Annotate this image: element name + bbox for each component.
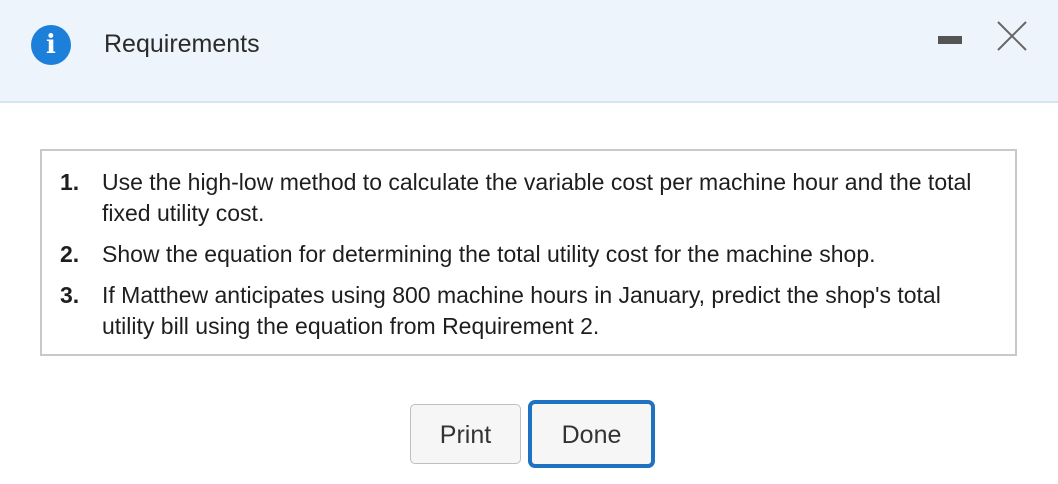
dialog-title: Requirements xyxy=(104,30,260,58)
minimize-button[interactable] xyxy=(928,24,972,56)
close-button[interactable] xyxy=(992,16,1032,56)
dialog-titlebar: i Requirements xyxy=(0,0,1058,103)
requirement-number: 2. xyxy=(60,241,80,267)
requirements-box: 1. Use the high-low method to calculate … xyxy=(40,149,1017,356)
requirement-number: 3. xyxy=(60,282,80,308)
minimize-icon xyxy=(938,36,962,44)
requirement-item: 2. Show the equation for determining the… xyxy=(60,239,995,270)
requirement-text: Show the equation for determining the to… xyxy=(102,241,876,267)
done-button[interactable]: Done xyxy=(528,400,655,468)
requirement-number: 1. xyxy=(60,169,80,195)
info-icon: i xyxy=(31,25,71,65)
requirement-item: 1. Use the high-low method to calculate … xyxy=(60,167,995,229)
requirements-list: 1. Use the high-low method to calculate … xyxy=(60,167,995,342)
requirement-item: 3. If Matthew anticipates using 800 mach… xyxy=(60,280,995,342)
close-icon xyxy=(997,21,1027,51)
requirement-text: Use the high-low method to calculate the… xyxy=(102,169,972,226)
requirement-text: If Matthew anticipates using 800 machine… xyxy=(102,282,941,339)
print-button[interactable]: Print xyxy=(410,404,521,464)
